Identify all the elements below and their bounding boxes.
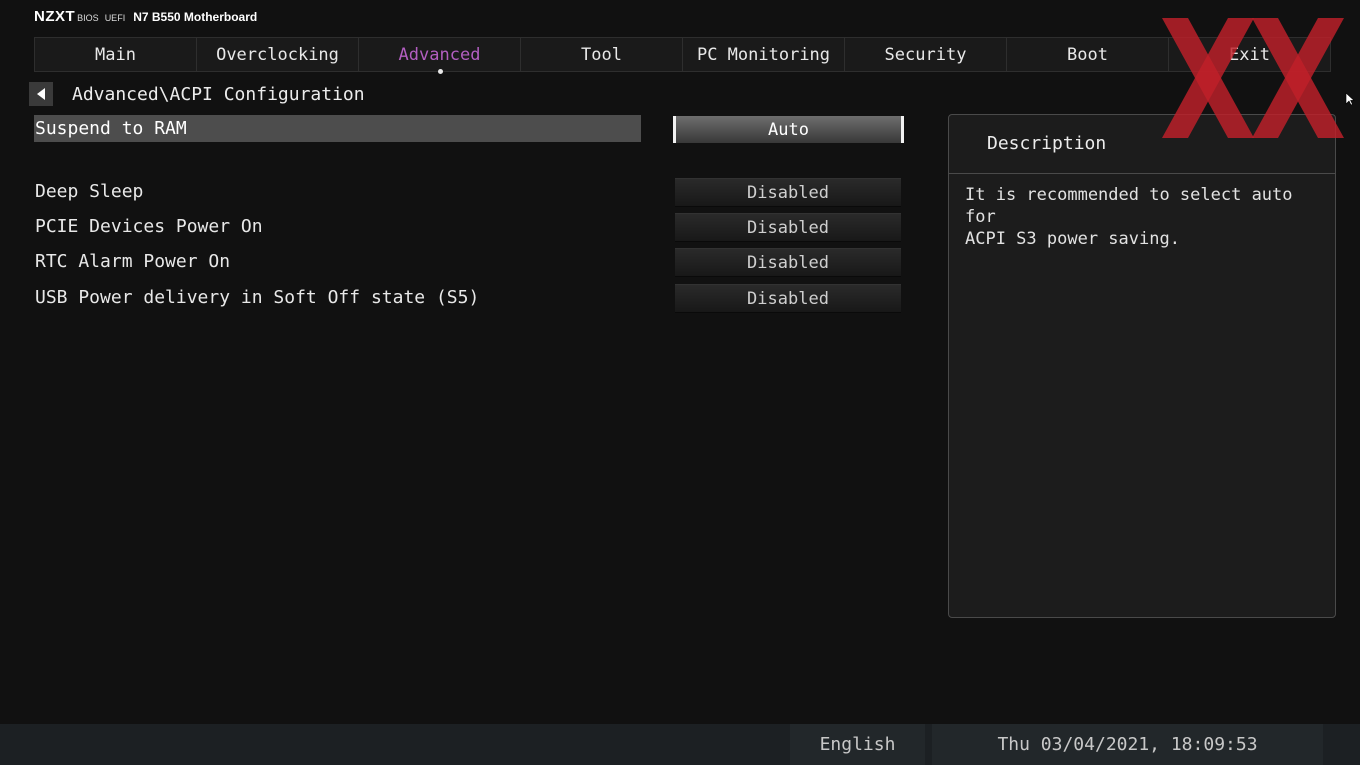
tab-tool[interactable]: Tool bbox=[521, 38, 683, 71]
brand-bios-label: BIOS bbox=[77, 13, 99, 23]
main-tab-bar: Main Overclocking Advanced Tool PC Monit… bbox=[34, 37, 1331, 74]
setting-label-rtc-alarm-power-on[interactable]: RTC Alarm Power On bbox=[34, 248, 641, 275]
description-title: Description bbox=[949, 115, 1335, 174]
description-text: It is recommended to select auto for ACP… bbox=[949, 174, 1335, 250]
back-button[interactable] bbox=[29, 82, 53, 106]
tab-pc-monitoring[interactable]: PC Monitoring bbox=[683, 38, 845, 71]
tab-advanced[interactable]: Advanced bbox=[359, 38, 521, 74]
suspend-to-ram-value-button[interactable]: Auto bbox=[673, 116, 904, 143]
tab-overclocking[interactable]: Overclocking bbox=[197, 38, 359, 71]
setting-label-deep-sleep[interactable]: Deep Sleep bbox=[34, 178, 641, 205]
tab-security[interactable]: Security bbox=[845, 38, 1007, 71]
tab-exit[interactable]: Exit bbox=[1169, 38, 1330, 71]
breadcrumb: Advanced\ACPI Configuration bbox=[72, 84, 365, 105]
rtc-alarm-power-on-value-button[interactable]: Disabled bbox=[675, 248, 901, 277]
tab-boot[interactable]: Boot bbox=[1007, 38, 1169, 71]
brand-logo: NZXT bbox=[34, 8, 76, 25]
datetime-display: Thu 03/04/2021, 18:09:53 bbox=[932, 724, 1323, 765]
setting-label-usb-power-delivery-s5[interactable]: USB Power delivery in Soft Off state (S5… bbox=[34, 284, 641, 311]
description-line-2: ACPI S3 power saving. bbox=[965, 229, 1180, 249]
description-line-1: It is recommended to select auto for bbox=[965, 185, 1293, 227]
tab-main[interactable]: Main bbox=[35, 38, 197, 71]
pcie-devices-power-on-value-button[interactable]: Disabled bbox=[675, 213, 901, 242]
status-bar: English Thu 03/04/2021, 18:09:53 bbox=[0, 724, 1360, 765]
brand-model: N7 B550 Motherboard bbox=[133, 10, 258, 24]
deep-sleep-value-button[interactable]: Disabled bbox=[675, 178, 901, 207]
usb-power-delivery-s5-value-button[interactable]: Disabled bbox=[675, 284, 901, 313]
setting-label-pcie-devices-power-on[interactable]: PCIE Devices Power On bbox=[34, 213, 641, 240]
brand-uefi-label: UEFI bbox=[104, 13, 126, 23]
setting-label-suspend-to-ram[interactable]: Suspend to RAM bbox=[34, 115, 641, 142]
bios-brand: NZXT BIOS UEFI N7 B550 Motherboard bbox=[34, 8, 257, 25]
back-arrow-icon bbox=[37, 88, 45, 100]
mouse-cursor-icon bbox=[1345, 92, 1355, 106]
description-panel: Description It is recommended to select … bbox=[948, 114, 1336, 618]
language-button[interactable]: English bbox=[790, 724, 925, 765]
